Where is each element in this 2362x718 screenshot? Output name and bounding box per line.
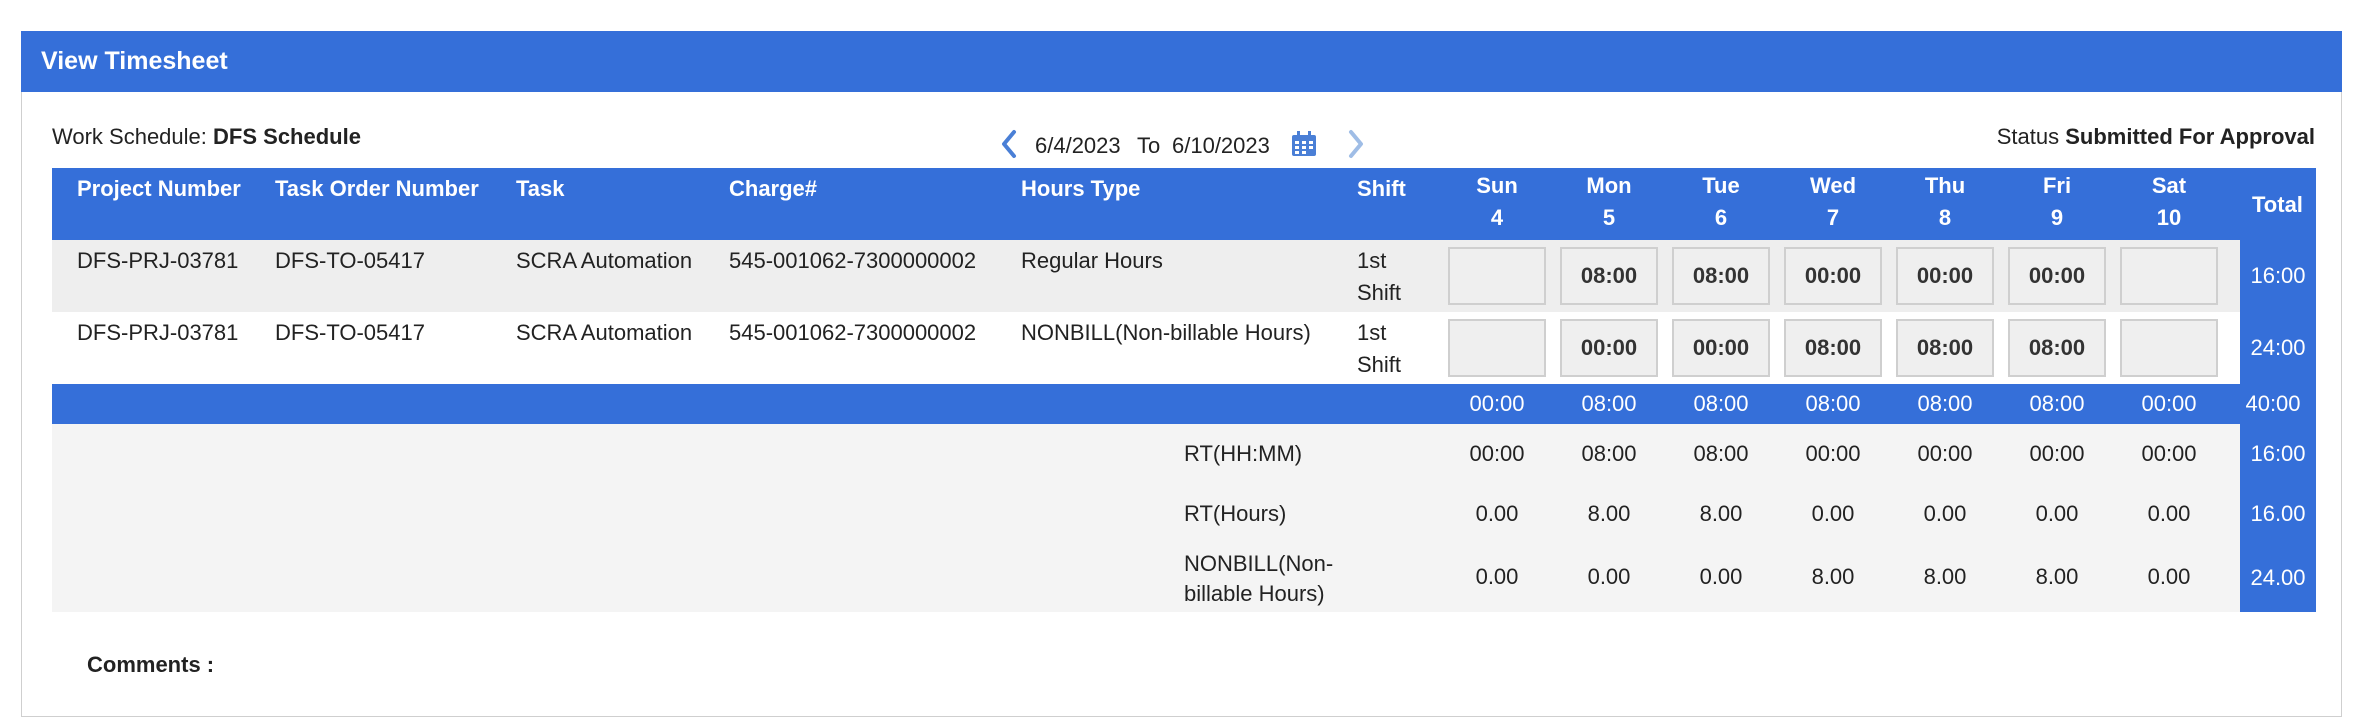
hours-input-sat[interactable] <box>2120 319 2218 377</box>
shift: 1st Shift <box>1357 248 1402 305</box>
task: SCRA Automation <box>516 320 693 345</box>
summary-value: 0.00 <box>2147 501 2191 526</box>
summary-value: 0.00 <box>1587 564 1631 589</box>
summary-label-nonbill: NONBILL(Non- billable Hours) <box>1184 551 1334 606</box>
hours-type: NONBILL(Non-billable Hours) <box>1021 320 1311 345</box>
summary-value: 8.00 <box>1923 564 1967 589</box>
summary-value: 0.00 <box>1923 501 1967 526</box>
project-number: DFS-PRJ-03781 <box>77 320 239 345</box>
col-day-wed: Wed 7 <box>1809 173 1857 230</box>
row-total: 16:00 <box>2240 240 2316 312</box>
status-value: Submitted For Approval <box>2065 124 2315 149</box>
work-schedule: Work Schedule: DFS Schedule <box>52 124 361 150</box>
col-task-order-number: Task Order Number <box>275 176 479 201</box>
hours-input-sun[interactable] <box>1448 247 1546 305</box>
hours-input-sat[interactable] <box>2120 247 2218 305</box>
summary-value: 0.00 <box>1811 501 1855 526</box>
summary-value: 08:00 <box>1693 441 1749 466</box>
hours-input-thu[interactable]: 00:00 <box>1896 247 1994 305</box>
prev-week-button[interactable] <box>998 128 1024 162</box>
summary-value: 00:00 <box>1469 441 1525 466</box>
summary-value: 08:00 <box>1581 441 1637 466</box>
summary-value: 8.00 <box>1587 501 1631 526</box>
chevron-left-icon <box>1002 130 1016 158</box>
task-order-number: DFS-TO-05417 <box>275 320 425 345</box>
task: SCRA Automation <box>516 248 693 273</box>
work-schedule-label: Work Schedule: <box>52 124 207 149</box>
summary-value: 0.00 <box>1699 564 1743 589</box>
calendar-button[interactable] <box>1290 130 1318 163</box>
table-row: DFS-PRJ-03781 DFS-TO-05417 SCRA Automati… <box>52 312 2240 384</box>
row-total: 24:00 <box>2240 312 2316 384</box>
summary-value: 00:00 <box>2141 441 2197 466</box>
charge-number: 545-001062-7300000002 <box>729 320 977 345</box>
col-task: Task <box>516 176 565 201</box>
status-label: Status <box>1996 124 2060 149</box>
hours-type: Regular Hours <box>1021 248 1163 273</box>
chevron-right-icon <box>1349 130 1363 158</box>
date-to: 6/10/2023 <box>1172 133 1270 158</box>
status: Status Submitted For Approval <box>1997 124 2315 150</box>
comments-label: Comments : <box>87 652 215 677</box>
col-day-fri: Fri 9 <box>2042 173 2072 230</box>
hours-input-mon[interactable]: 08:00 <box>1560 247 1658 305</box>
charge-number: 545-001062-7300000002 <box>729 248 977 273</box>
daily-total-tue: 08:00 <box>1693 391 1749 416</box>
daily-total-fri: 08:00 <box>2029 391 2085 416</box>
summary-label-rt-hours: RT(Hours) <box>1184 501 1287 526</box>
summary-value: 8.00 <box>1699 501 1743 526</box>
date-to-label: To <box>1137 133 1161 158</box>
daily-total-thu: 08:00 <box>1917 391 1973 416</box>
hours-input-thu[interactable]: 08:00 <box>1896 319 1994 377</box>
col-hours-type: Hours Type <box>1021 176 1141 201</box>
summary-value: 00:00 <box>1805 441 1861 466</box>
hours-input-mon[interactable]: 00:00 <box>1560 319 1658 377</box>
panel-title: View Timesheet <box>21 31 2342 92</box>
grand-total: 40:00 <box>2245 391 2301 416</box>
daily-total-sat: 00:00 <box>2141 391 2197 416</box>
col-day-thu: Thu 8 <box>1924 173 1966 230</box>
col-total: Total <box>2252 192 2303 217</box>
hours-input-fri[interactable]: 00:00 <box>2008 247 2106 305</box>
summary-value: 0.00 <box>1475 564 1519 589</box>
hours-input-fri[interactable]: 08:00 <box>2008 319 2106 377</box>
summary-value: 00:00 <box>1917 441 1973 466</box>
summary-value: 0.00 <box>1475 501 1519 526</box>
col-shift: Shift <box>1357 176 1406 201</box>
hours-input-sun[interactable] <box>1448 319 1546 377</box>
daily-totals-row: 00:00 08:00 08:00 08:00 08:00 08:00 00:0… <box>52 384 2316 424</box>
summary-label-rt-hhmm: RT(HH:MM) <box>1184 441 1303 466</box>
summary-block: RT(HH:MM) 00:00 08:00 08:00 00:00 00:00 … <box>52 424 2240 612</box>
summary-value: 8.00 <box>2035 564 2079 589</box>
summary-total-nonbill: 24.00 <box>2240 544 2316 612</box>
summary-value: 0.00 <box>2147 564 2191 589</box>
calendar-icon <box>1292 131 1316 156</box>
col-project-number: Project Number <box>77 176 241 201</box>
next-week-button[interactable] <box>1345 128 1371 162</box>
summary-value: 8.00 <box>1811 564 1855 589</box>
daily-total-wed: 08:00 <box>1805 391 1861 416</box>
summary-value: 0.00 <box>2035 501 2079 526</box>
grid-header: Project Number Task Order Number Task Ch… <box>52 168 2316 240</box>
summary-total-rt-hours: 16.00 <box>2240 484 2316 544</box>
date-from: 6/4/2023 <box>1035 133 1121 158</box>
hours-input-tue[interactable]: 08:00 <box>1672 247 1770 305</box>
summary-value: 00:00 <box>2029 441 2085 466</box>
col-day-sat: Sat 10 <box>2151 173 2187 230</box>
shift: 1st Shift <box>1357 320 1402 377</box>
hours-input-wed[interactable]: 08:00 <box>1784 319 1882 377</box>
summary-total-rt-hhmm: 16:00 <box>2240 424 2316 484</box>
table-row: DFS-PRJ-03781 DFS-TO-05417 SCRA Automati… <box>52 240 2240 312</box>
daily-total-mon: 08:00 <box>1581 391 1637 416</box>
col-day-tue: Tue 6 <box>1702 173 1740 230</box>
work-schedule-value: DFS Schedule <box>213 124 361 149</box>
project-number: DFS-PRJ-03781 <box>77 248 239 273</box>
hours-input-wed[interactable]: 00:00 <box>1784 247 1882 305</box>
daily-total-sun: 00:00 <box>1469 391 1525 416</box>
col-day-sun: Sun 4 <box>1476 173 1518 230</box>
task-order-number: DFS-TO-05417 <box>275 248 425 273</box>
hours-input-tue[interactable]: 00:00 <box>1672 319 1770 377</box>
col-charge: Charge# <box>729 176 818 201</box>
col-day-mon: Mon 5 <box>1586 173 1632 230</box>
